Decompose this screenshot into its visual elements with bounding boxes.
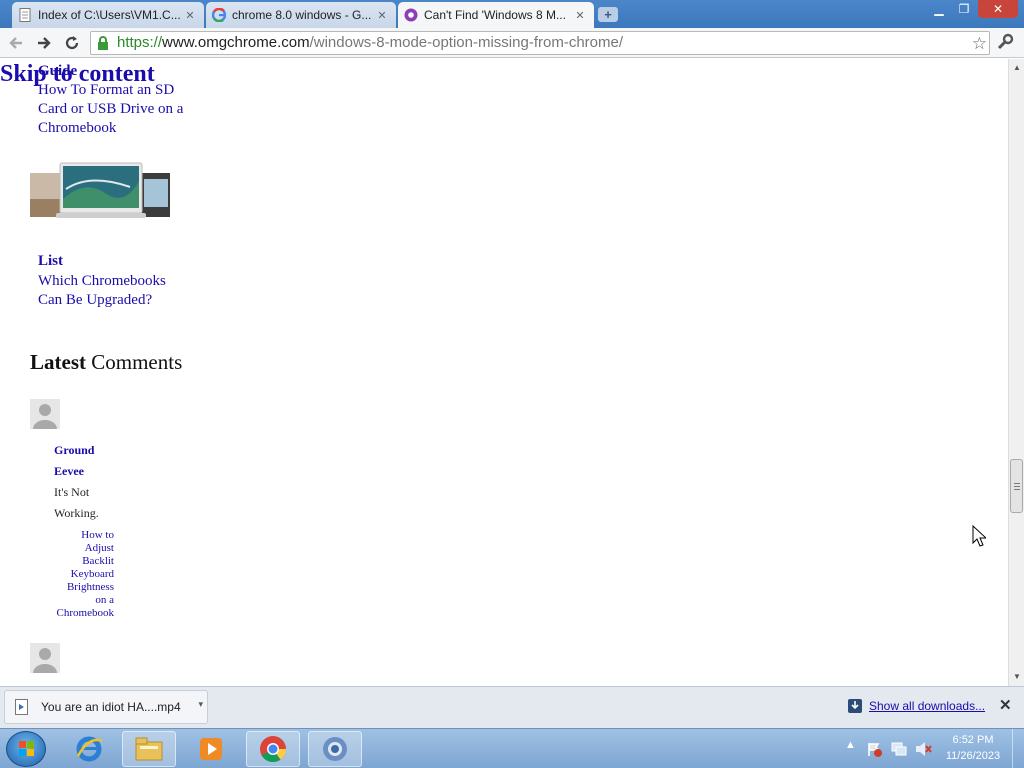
address-bar[interactable]: https://www.omgchrome.com/windows-8-mode… xyxy=(90,31,990,55)
page-scrollbar[interactable]: ▲ ▼ xyxy=(1008,59,1024,686)
media-player-taskbar-icon[interactable] xyxy=(184,731,238,767)
article-link[interactable]: Which Chromebooks Can Be Upgraded? xyxy=(38,272,188,310)
tab-index-of-users[interactable]: Index of C:\Users\VM1.C... ✕ xyxy=(12,2,204,28)
download-item-name: You are an idiot HA....mp4 xyxy=(41,700,181,714)
volume-muted-icon[interactable] xyxy=(914,741,932,757)
comment-post-line: on a xyxy=(95,594,114,606)
user-placeholder-icon xyxy=(33,404,57,429)
google-icon xyxy=(212,8,226,22)
forward-arrow-icon xyxy=(38,37,51,49)
minimize-button[interactable]: ▁ xyxy=(928,0,950,18)
tab-omgchrome-article[interactable]: Can't Find 'Windows 8 M... ✕ xyxy=(398,2,594,28)
new-tab-button[interactable]: + xyxy=(598,7,618,22)
bookmark-star-icon[interactable]: ☆ xyxy=(972,33,987,55)
show-all-downloads-label: Show all downloads... xyxy=(869,699,986,713)
url-scheme: https:// xyxy=(117,34,163,51)
file-icon xyxy=(18,8,32,22)
tab-close-icon[interactable]: ✕ xyxy=(182,9,198,22)
network-icon[interactable] xyxy=(890,741,908,757)
action-center-flag-icon[interactable] xyxy=(866,741,882,757)
avatar[interactable] xyxy=(30,399,60,429)
comment-post-line: Chromebook xyxy=(56,607,114,619)
mouse-cursor-icon xyxy=(972,525,986,547)
comment-author[interactable]: Eevee xyxy=(54,461,84,482)
browser-toolbar: https://www.omgchrome.com/windows-8-mode… xyxy=(0,28,1024,58)
comment-post-line: Adjust xyxy=(84,542,114,554)
user-placeholder-icon xyxy=(33,648,57,673)
omgchrome-icon xyxy=(404,8,418,22)
show-all-downloads-link[interactable]: Show all downloads... xyxy=(848,699,985,713)
chrome-app-taskbar-icon[interactable] xyxy=(308,731,362,767)
comment-post-line: Brightness xyxy=(66,581,114,593)
reload-button[interactable] xyxy=(61,32,83,54)
comment-post-link[interactable]: How to Adjust Backlit Keyboard Brightnes… xyxy=(54,529,114,620)
article-link[interactable]: How To Format an SD Card or USB Drive on… xyxy=(38,81,188,138)
tab-close-icon[interactable]: ✕ xyxy=(572,9,588,22)
show-hidden-icons-arrow[interactable]: ▲ xyxy=(845,739,856,751)
url-path: /windows-8-mode-option-missing-from-chro… xyxy=(309,34,624,51)
comment-author[interactable]: Ground xyxy=(54,440,94,461)
forward-button[interactable] xyxy=(33,32,55,54)
tab-title: chrome 8.0 windows - G... xyxy=(232,8,372,22)
scrollbar-thumb[interactable] xyxy=(1010,459,1023,513)
system-clock[interactable]: 6:52 PM 11/26/2023 xyxy=(940,732,1006,764)
comment-post-line: Keyboard xyxy=(70,568,114,580)
video-file-icon xyxy=(15,699,28,715)
article-category[interactable]: List xyxy=(38,253,63,270)
google-chrome-taskbar-icon[interactable] xyxy=(246,731,300,767)
clock-time: 6:52 PM xyxy=(952,734,994,746)
show-desktop-button[interactable] xyxy=(1012,729,1024,768)
comment-post-line: Backlit xyxy=(82,555,114,567)
comment-post-line: How to xyxy=(81,529,114,541)
download-item[interactable]: You are an idiot HA....mp4 ▾ xyxy=(4,690,208,724)
tab-google-search[interactable]: chrome 8.0 windows - G... ✕ xyxy=(206,2,396,28)
back-button[interactable] xyxy=(5,32,27,54)
latest-comments-heading-bold: Latest xyxy=(30,350,86,374)
skip-to-content-link[interactable]: Skip to content xyxy=(0,61,155,88)
comment-text: It's Not xyxy=(54,485,90,499)
latest-comments-heading: Latest Comments xyxy=(30,350,182,375)
avatar[interactable] xyxy=(30,643,60,673)
download-arrow-icon xyxy=(848,699,862,713)
scroll-down-arrow-icon[interactable]: ▼ xyxy=(1013,672,1021,681)
lock-icon[interactable] xyxy=(97,36,109,58)
download-menu-caret-icon[interactable]: ▾ xyxy=(198,699,203,710)
restore-button[interactable]: ❐ xyxy=(952,0,976,18)
browser-titlebar: Index of C:\Users\VM1.C... ✕ chrome 8.0 … xyxy=(0,0,1024,28)
download-shelf: You are an idiot HA....mp4 ▾ Show all do… xyxy=(0,686,1024,728)
windows-logo-icon xyxy=(19,741,34,756)
file-explorer-taskbar-icon[interactable] xyxy=(122,731,176,767)
tab-close-icon[interactable]: ✕ xyxy=(374,9,390,22)
clock-date: 11/26/2023 xyxy=(945,750,1001,762)
chromebook-thumbnail[interactable] xyxy=(30,159,170,225)
page-viewport: Skip to content Guide How To Format an S… xyxy=(0,59,1008,686)
latest-comments-heading-rest: Comments xyxy=(86,350,183,374)
url-host: www.omgchrome.com xyxy=(162,34,310,51)
scroll-up-arrow-icon[interactable]: ▲ xyxy=(1013,63,1021,72)
windows-taskbar: ▲ 6:52 PM 11/26/2023 xyxy=(0,728,1024,768)
wrench-menu-icon[interactable] xyxy=(996,33,1014,56)
comment-text: Working. xyxy=(54,506,99,520)
close-download-shelf-icon[interactable]: ✕ xyxy=(999,696,1012,714)
close-window-button[interactable]: ✕ xyxy=(978,0,1018,18)
back-arrow-icon xyxy=(9,37,22,49)
start-button[interactable] xyxy=(6,731,46,767)
internet-explorer-taskbar-icon[interactable] xyxy=(62,731,116,767)
reload-icon xyxy=(65,36,79,50)
tab-title: Can't Find 'Windows 8 M... xyxy=(424,8,566,22)
tab-title: Index of C:\Users\VM1.C... xyxy=(38,8,181,22)
